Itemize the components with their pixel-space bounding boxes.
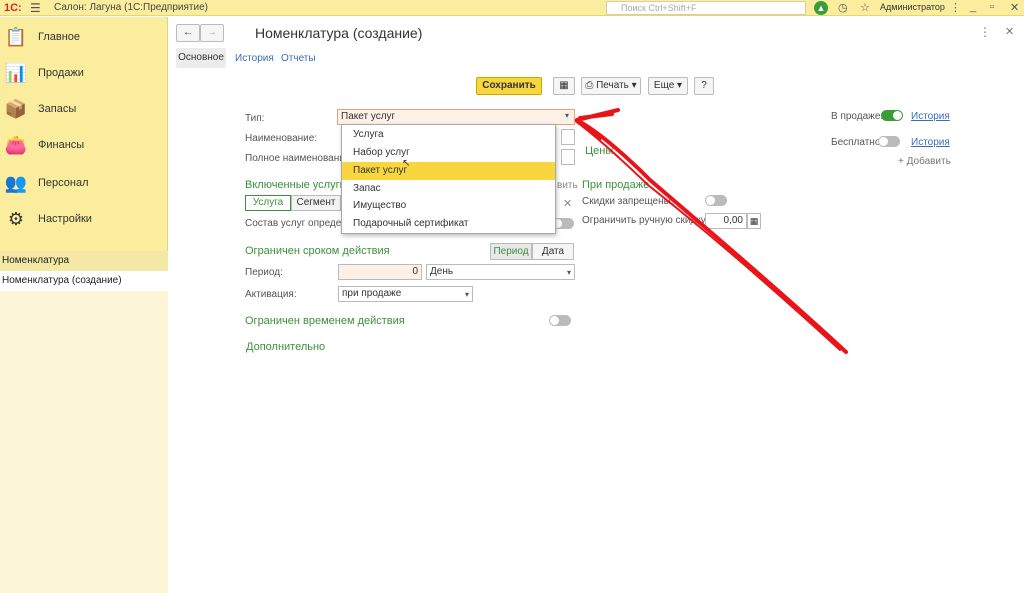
annotation-arrow <box>575 108 848 354</box>
annotation-arrow-head <box>575 108 620 140</box>
annotation-arrow-stroke2 <box>581 125 841 351</box>
